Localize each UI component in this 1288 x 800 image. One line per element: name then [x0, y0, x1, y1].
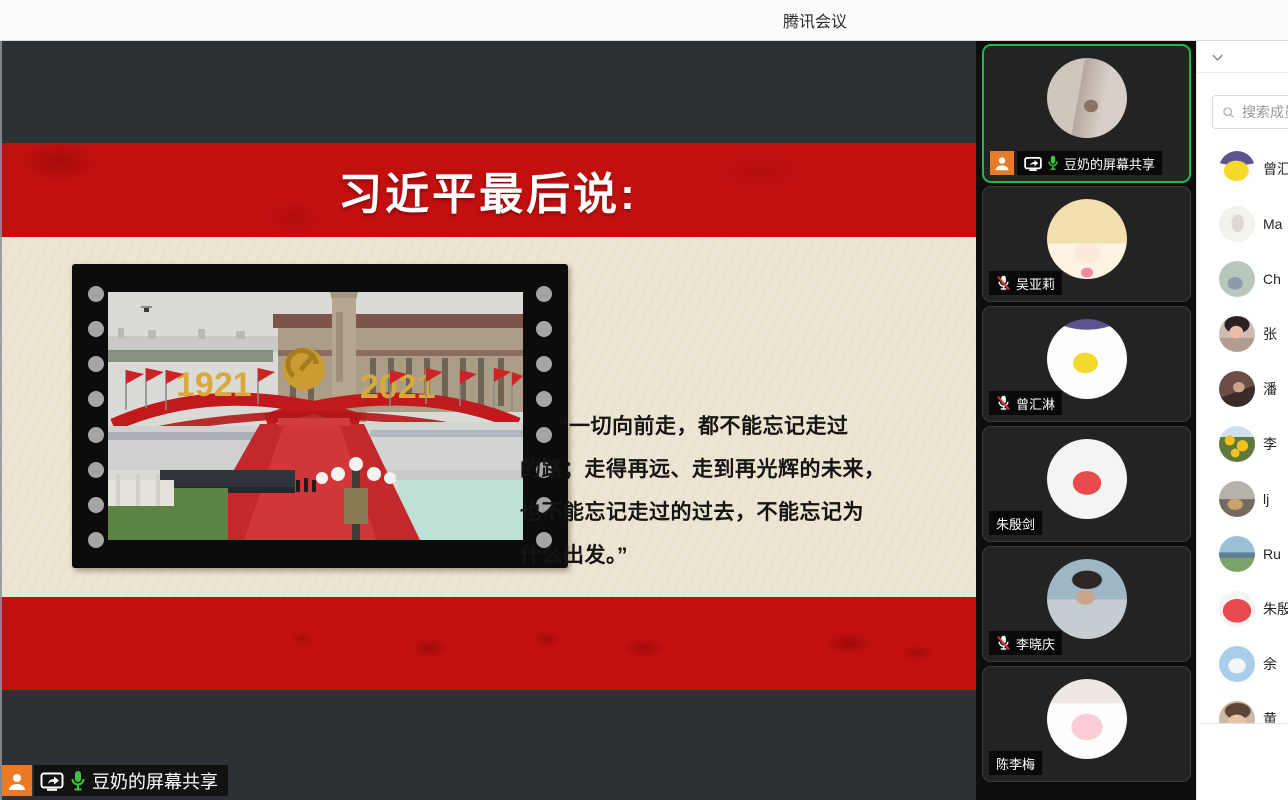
avatar [1047, 319, 1127, 399]
avatar [1219, 261, 1255, 297]
tile-label: 豆奶的屏幕共享 [990, 151, 1162, 175]
meeting-window: 腾讯会议 习近平最后说: [0, 0, 1288, 800]
avatar [1219, 426, 1255, 462]
slide-body: 1921 2021 [0, 237, 976, 597]
member-list-panel: 曾汇淋 Ma Ch 张 潘 李 lj Ru 朱殷剑 余 黄 [1196, 41, 1288, 800]
avatar [1219, 371, 1255, 407]
tile-label: 朱殷剑 [989, 511, 1042, 535]
member-row[interactable]: 潘 [1197, 361, 1288, 416]
participant-name: 曾汇淋 [1016, 394, 1055, 413]
member-name: 潘 [1263, 379, 1277, 399]
person-icon [990, 151, 1014, 175]
member-name: 李 [1263, 434, 1277, 454]
participant-name: 李晓庆 [1016, 634, 1055, 653]
member-row[interactable]: Ma [1197, 196, 1288, 251]
window-edge-line [0, 41, 2, 800]
member-name: 朱殷剑 [1263, 599, 1288, 619]
quote-line: 也不能忘记走过的过去，不能忘记为 [520, 491, 886, 534]
screen-share-icon [40, 771, 64, 791]
avatar [1219, 591, 1255, 627]
tile-label: 李晓庆 [989, 631, 1062, 655]
member-row[interactable]: 朱殷剑 [1197, 581, 1288, 636]
svg-text:1921: 1921 [176, 366, 252, 404]
tile-label: 吴亚莉 [989, 271, 1062, 295]
participant-name: 朱殷剑 [996, 514, 1035, 533]
member-list: 曾汇淋 Ma Ch 张 潘 李 lj Ru 朱殷剑 余 黄 [1197, 141, 1288, 746]
film-strip-frame: 1921 2021 [72, 264, 568, 568]
avatar [1219, 536, 1255, 572]
video-tile[interactable]: 朱殷剑 [982, 426, 1191, 542]
member-name: 张 [1263, 324, 1277, 344]
member-row[interactable]: 曾汇淋 [1197, 141, 1288, 196]
sharing-indicator-label: 豆奶的屏幕共享 [92, 768, 218, 794]
member-row[interactable]: 余 [1197, 636, 1288, 691]
screen-share-icon [1024, 156, 1042, 171]
participant-name: 陈李梅 [996, 754, 1035, 773]
tile-label: 陈李梅 [989, 751, 1042, 775]
window-title: 腾讯会议 [783, 8, 847, 32]
film-holes-left [88, 286, 104, 548]
video-tile[interactable]: 曾汇淋 [982, 306, 1191, 422]
video-tile-strip: 豆奶的屏幕共享 吴亚莉 曾汇淋 [976, 41, 1196, 800]
avatar [1219, 316, 1255, 352]
mic-muted-icon [996, 635, 1011, 651]
avatar [1219, 151, 1255, 187]
avatar [1219, 646, 1255, 682]
slide-quote: “一切向前走，都不能忘记走过 的路；走得再远、走到再光辉的未来， 也不能忘记走过… [520, 405, 886, 577]
quote-line: 什么出发。” [520, 534, 886, 577]
avatar [1047, 439, 1127, 519]
quote-line: 的路；走得再远、走到再光辉的未来， [520, 448, 886, 491]
avatar [1047, 199, 1127, 279]
mic-muted-icon [996, 275, 1011, 291]
video-tile-sharer[interactable]: 豆奶的屏幕共享 [982, 44, 1191, 183]
overlapping-window-edge [1199, 723, 1288, 800]
tile-label: 曾汇淋 [989, 391, 1062, 415]
sharing-indicator: 豆奶的屏幕共享 [2, 765, 228, 796]
member-name: 曾汇淋 [1263, 159, 1288, 179]
mic-muted-icon [996, 395, 1011, 411]
member-row[interactable]: lj [1197, 471, 1288, 526]
avatar [1219, 481, 1255, 517]
search-input[interactable] [1242, 104, 1288, 120]
title-bar: 腾讯会议 [0, 0, 1288, 41]
quote-line: “一切向前走，都不能忘记走过 [520, 405, 886, 448]
search-box[interactable] [1212, 95, 1288, 129]
video-tile[interactable]: 陈李梅 [982, 666, 1191, 782]
slide-title-banner: 习近平最后说: [0, 143, 976, 237]
member-row[interactable]: 李 [1197, 416, 1288, 471]
video-tile[interactable]: 李晓庆 [982, 546, 1191, 662]
participant-name: 吴亚莉 [1016, 274, 1055, 293]
search-icon [1222, 105, 1235, 120]
member-row[interactable]: Ru [1197, 526, 1288, 581]
member-row[interactable]: Ch [1197, 251, 1288, 306]
mic-on-icon [1047, 155, 1059, 171]
tiananmen-photo: 1921 2021 [108, 292, 523, 540]
chevron-down-icon[interactable] [1210, 50, 1225, 65]
member-row[interactable]: 张 [1197, 306, 1288, 361]
avatar [1047, 679, 1127, 759]
panel-header [1197, 41, 1288, 73]
member-name: Ru [1263, 546, 1281, 562]
slide-title: 习近平最后说: [338, 158, 638, 222]
avatar [1219, 206, 1255, 242]
video-tile[interactable]: 吴亚莉 [982, 186, 1191, 302]
avatar [1047, 58, 1127, 138]
mic-on-icon [70, 770, 86, 792]
member-name: Ch [1263, 271, 1281, 287]
person-icon [2, 765, 32, 796]
avatar [1047, 559, 1127, 639]
slide-bottom-band [0, 597, 976, 690]
shared-screen-area: 习近平最后说: [0, 41, 976, 800]
participant-name: 豆奶的屏幕共享 [1064, 154, 1155, 173]
member-name: lj [1263, 491, 1269, 507]
member-name: 余 [1263, 654, 1277, 674]
member-name: Ma [1263, 216, 1282, 232]
